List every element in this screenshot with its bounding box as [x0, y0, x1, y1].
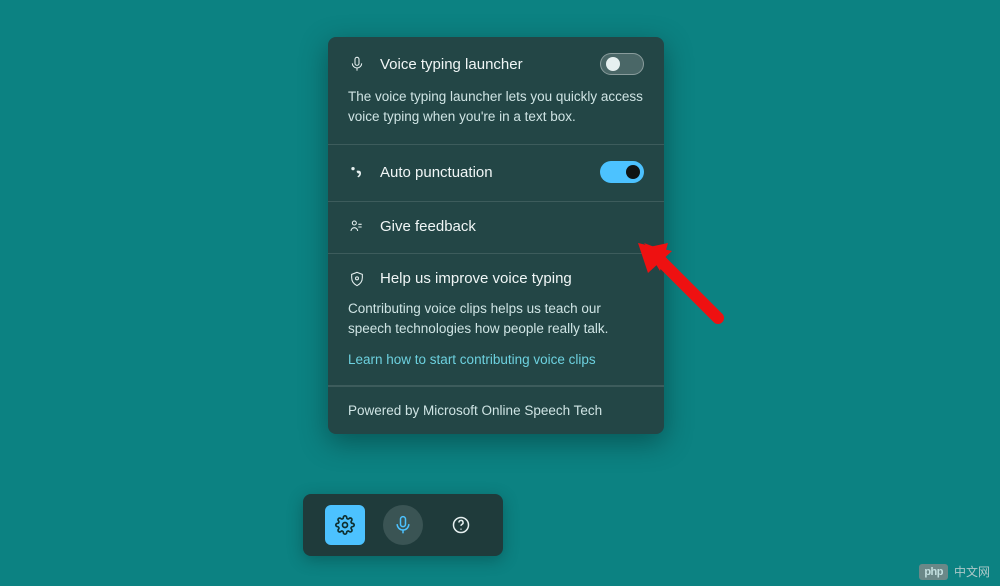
feedback-title: Give feedback [380, 218, 644, 235]
contribute-link[interactable]: Learn how to start contributing voice cl… [348, 352, 644, 367]
feedback-icon [348, 219, 366, 235]
improve-description: Contributing voice clips helps us teach … [348, 299, 644, 338]
watermark-badge: php [919, 564, 948, 580]
voice-typing-settings-panel: Voice typing launcher The voice typing l… [328, 37, 664, 434]
improve-title: Help us improve voice typing [380, 270, 644, 287]
microphone-button[interactable] [383, 505, 423, 545]
help-button[interactable] [441, 505, 481, 545]
launcher-description: The voice typing launcher lets you quick… [348, 87, 644, 126]
watermark: php 中文网 [919, 563, 990, 580]
punctuation-icon [348, 164, 366, 180]
gear-icon [335, 515, 355, 535]
watermark-text: 中文网 [954, 563, 990, 580]
launcher-section: Voice typing launcher The voice typing l… [328, 37, 664, 145]
microphone-icon [393, 515, 413, 535]
voice-typing-toolbar [303, 494, 503, 556]
improve-section: Help us improve voice typing Contributin… [328, 254, 664, 386]
settings-button[interactable] [325, 505, 365, 545]
microphone-icon [348, 56, 366, 72]
launcher-toggle[interactable] [600, 53, 644, 75]
panel-footer: Powered by Microsoft Online Speech Tech [328, 386, 664, 434]
shield-icon [348, 271, 366, 287]
help-icon [451, 515, 471, 535]
launcher-title: Voice typing launcher [380, 56, 586, 73]
auto-punctuation-section: Auto punctuation [328, 145, 664, 202]
feedback-section[interactable]: Give feedback [328, 202, 664, 254]
auto-punctuation-toggle[interactable] [600, 161, 644, 183]
auto-punctuation-title: Auto punctuation [380, 164, 586, 181]
